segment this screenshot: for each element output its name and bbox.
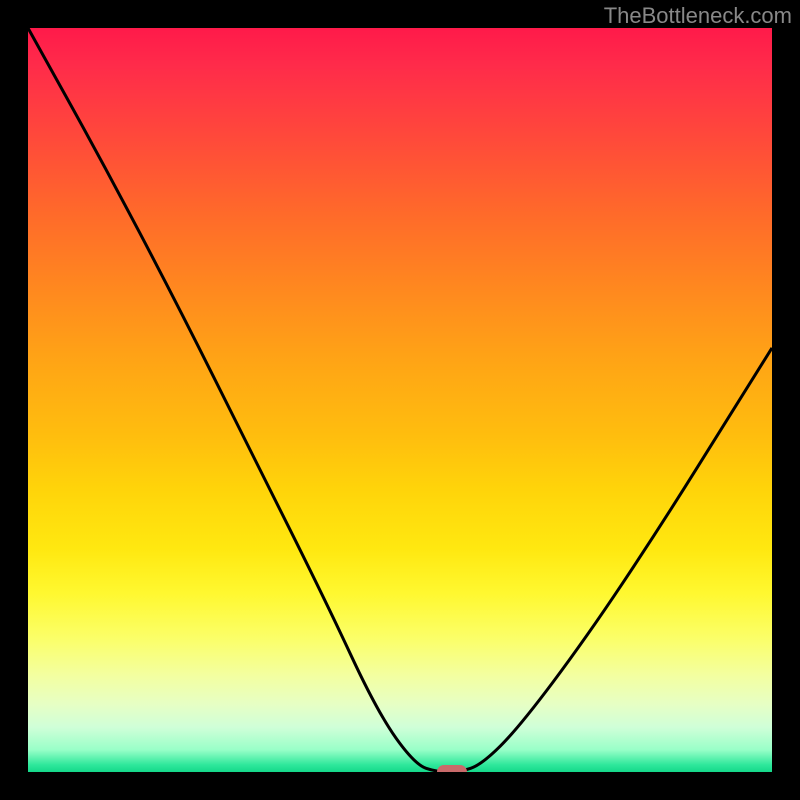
plot-area	[28, 28, 772, 772]
optimal-marker	[437, 765, 467, 772]
attribution-text: TheBottleneck.com	[604, 3, 792, 29]
chart-container: TheBottleneck.com	[0, 0, 800, 800]
bottleneck-curve	[28, 28, 772, 772]
